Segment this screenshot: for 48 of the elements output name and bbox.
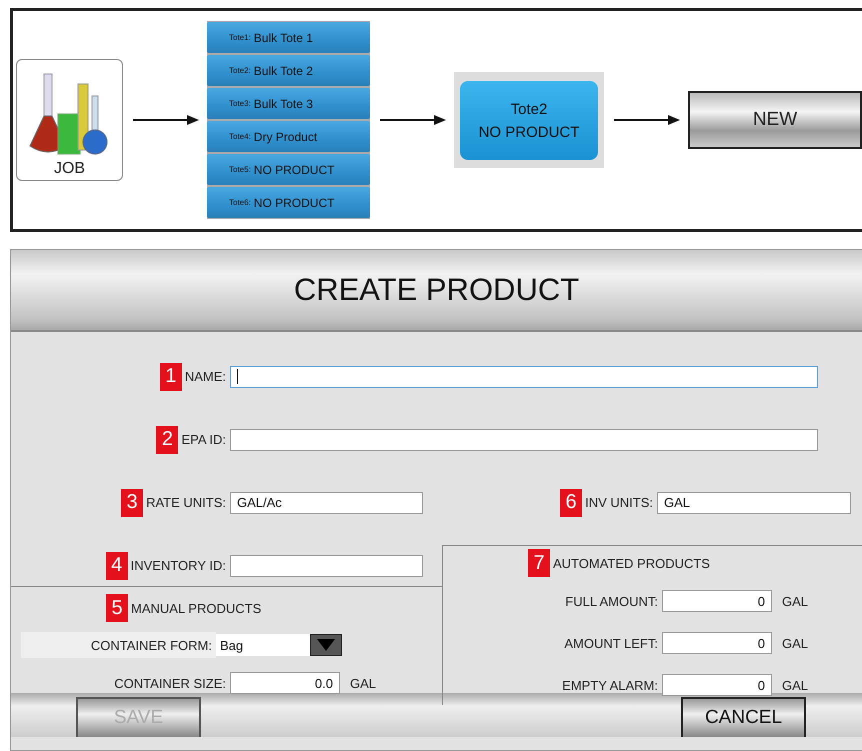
input-field[interactable]: GAL [657, 492, 851, 514]
unit-label: GAL [782, 678, 808, 692]
field-label: EMPTY ALARM: [562, 678, 658, 692]
tote-button[interactable]: Tote5: NO PRODUCT [207, 154, 370, 185]
panel-title: CREATE PRODUCT [11, 250, 862, 332]
tote-button[interactable]: Tote1: Bulk Tote 1 [207, 22, 370, 53]
tote-button[interactable]: Tote4: Dry Product [207, 121, 370, 152]
number-badge: 7 [528, 549, 550, 577]
arrow [133, 115, 199, 125]
tote-button[interactable]: Tote3: Bulk Tote 3 [207, 88, 370, 119]
section-title: AUTOMATED PRODUCTS [553, 556, 710, 570]
input-field[interactable]: 0 [662, 632, 772, 654]
new-button[interactable]: NEW [688, 91, 862, 149]
job-button[interactable]: JOB [16, 59, 123, 181]
input-field[interactable] [230, 554, 423, 576]
dropdown[interactable]: Bag [216, 634, 342, 656]
arrow [380, 115, 446, 125]
number-badge: 4 [106, 552, 128, 580]
field-label: CONTAINER SIZE: [114, 676, 226, 690]
field-label: FULL AMOUNT: [565, 594, 658, 608]
cancel-button[interactable]: CANCEL [681, 697, 806, 737]
caret-icon [310, 634, 342, 656]
selected-tote-button[interactable]: Tote2 NO PRODUCT [460, 81, 598, 160]
field-label: INVENTORY ID: [130, 558, 226, 573]
number-badge: 5 [106, 594, 128, 622]
field-label: EPA ID: [181, 432, 226, 447]
field-label: INV UNITS: [585, 495, 653, 510]
unit-label: GAL [782, 594, 808, 608]
input-field[interactable] [230, 428, 818, 450]
number-badge: 6 [560, 488, 582, 516]
input-field[interactable] [230, 366, 818, 388]
unit-label: GAL [782, 636, 808, 650]
field-label: CONTAINER FORM: [21, 632, 216, 658]
input-field[interactable]: GAL/Ac [230, 492, 423, 514]
number-badge: 1 [160, 362, 182, 390]
section-title: MANUAL PRODUCTS [131, 600, 262, 616]
number-badge: 2 [156, 426, 178, 454]
tote-button[interactable]: Tote6: NO PRODUCT [207, 187, 370, 218]
number-badge: 3 [121, 488, 144, 516]
input-field[interactable]: 0 [662, 674, 772, 696]
input-field[interactable]: 0.0 [230, 672, 340, 694]
tote-button[interactable]: Tote2: Bulk Tote 2 [207, 55, 370, 86]
unit-label: GAL [350, 676, 376, 690]
input-field[interactable]: 0 [662, 590, 772, 612]
field-label: NAME: [184, 369, 226, 384]
field-label: AMOUNT LEFT: [564, 636, 658, 650]
field-label: RATE UNITS: [146, 495, 226, 510]
arrow [614, 115, 680, 125]
